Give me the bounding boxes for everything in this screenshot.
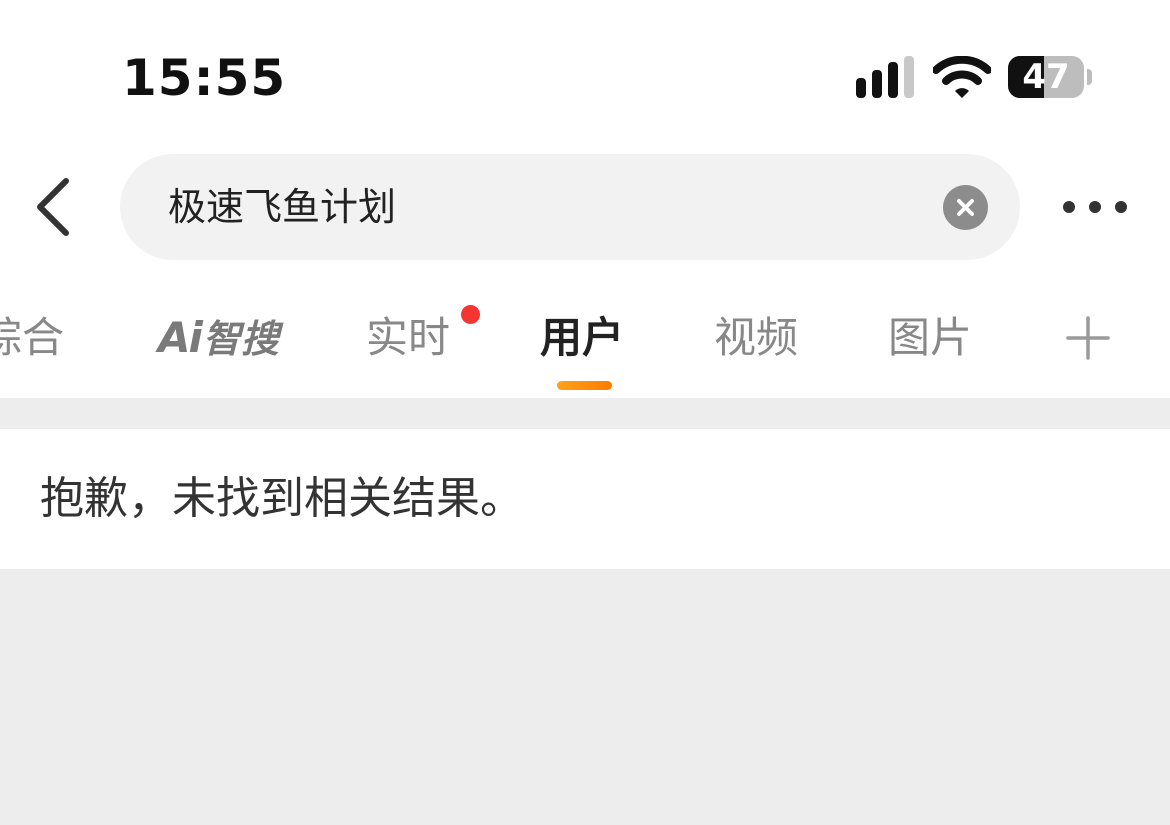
chevron-left-icon[interactable]: [28, 175, 78, 239]
search-query[interactable]: 极速飞鱼计划: [168, 154, 396, 260]
tab-videos[interactable]: 视频: [714, 306, 798, 370]
status-time: 15:55: [122, 49, 287, 107]
battery-level: 47: [1022, 57, 1070, 97]
result-panel: 抱歉，未找到相关结果。: [0, 429, 1170, 569]
wifi-icon: [933, 56, 991, 98]
ai-logo: Ai: [158, 313, 203, 362]
realtime-badge: [461, 305, 480, 324]
clear-circle-icon[interactable]: [943, 185, 988, 230]
active-tab-indicator: [557, 381, 612, 390]
battery-indicator: 47: [1008, 56, 1098, 100]
battery-tip: [1087, 69, 1092, 85]
cellular-signal-icon: [856, 56, 914, 98]
plus-icon[interactable]: [1066, 316, 1110, 360]
top-area: 15:55 47 极速飞鱼计划 综合 Ai智搜 实时 用户 视频 图片: [0, 0, 1170, 398]
tab-ai-search[interactable]: Ai智搜: [158, 306, 279, 370]
tab-realtime[interactable]: 实时: [366, 306, 450, 370]
tab-comprehensive[interactable]: 综合: [0, 306, 64, 370]
no-results-message: 抱歉，未找到相关结果。: [40, 473, 524, 524]
ai-search-label: 智搜: [202, 317, 279, 361]
search-input[interactable]: 极速飞鱼计划: [120, 154, 1020, 260]
more-dots-icon[interactable]: [1058, 192, 1132, 222]
tab-users[interactable]: 用户: [540, 306, 624, 370]
tab-images[interactable]: 图片: [888, 306, 972, 370]
